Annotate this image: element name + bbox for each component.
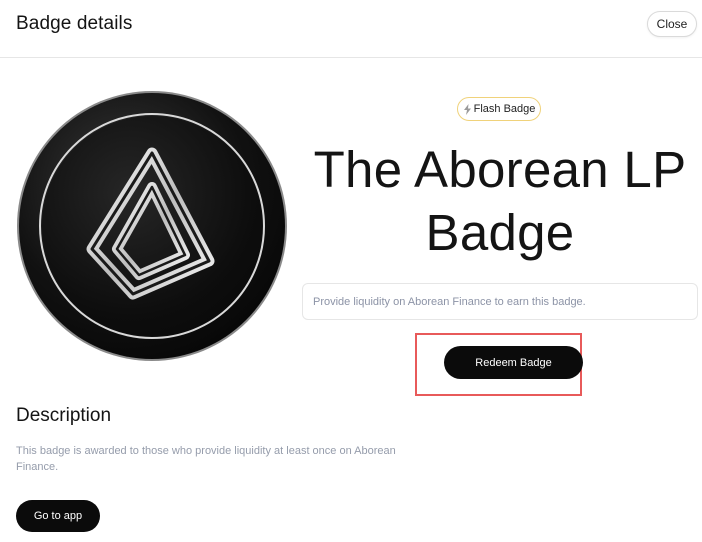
modal-header: Badge details Close — [0, 0, 702, 58]
badge-requirement: Provide liquidity on Aborean Finance to … — [302, 283, 698, 320]
badge-title: The Aborean LP Badge — [313, 141, 687, 261]
go-to-app-button[interactable]: Go to app — [16, 500, 100, 532]
chip-label: Flash Badge — [473, 103, 536, 115]
lightning-icon — [463, 103, 471, 115]
description-heading: Description — [16, 405, 112, 426]
close-button[interactable]: Close — [647, 11, 697, 37]
flash-badge-chip: Flash Badge — [457, 97, 541, 121]
requirement-text: Provide liquidity on Aborean Finance to … — [313, 295, 586, 308]
aborean-logo-icon — [17, 91, 287, 361]
description-text: This badge is awarded to those who provi… — [16, 445, 396, 473]
redeem-badge-button[interactable]: Redeem Badge — [444, 346, 583, 379]
modal-title: Badge details — [16, 13, 133, 34]
badge-image — [15, 89, 289, 363]
